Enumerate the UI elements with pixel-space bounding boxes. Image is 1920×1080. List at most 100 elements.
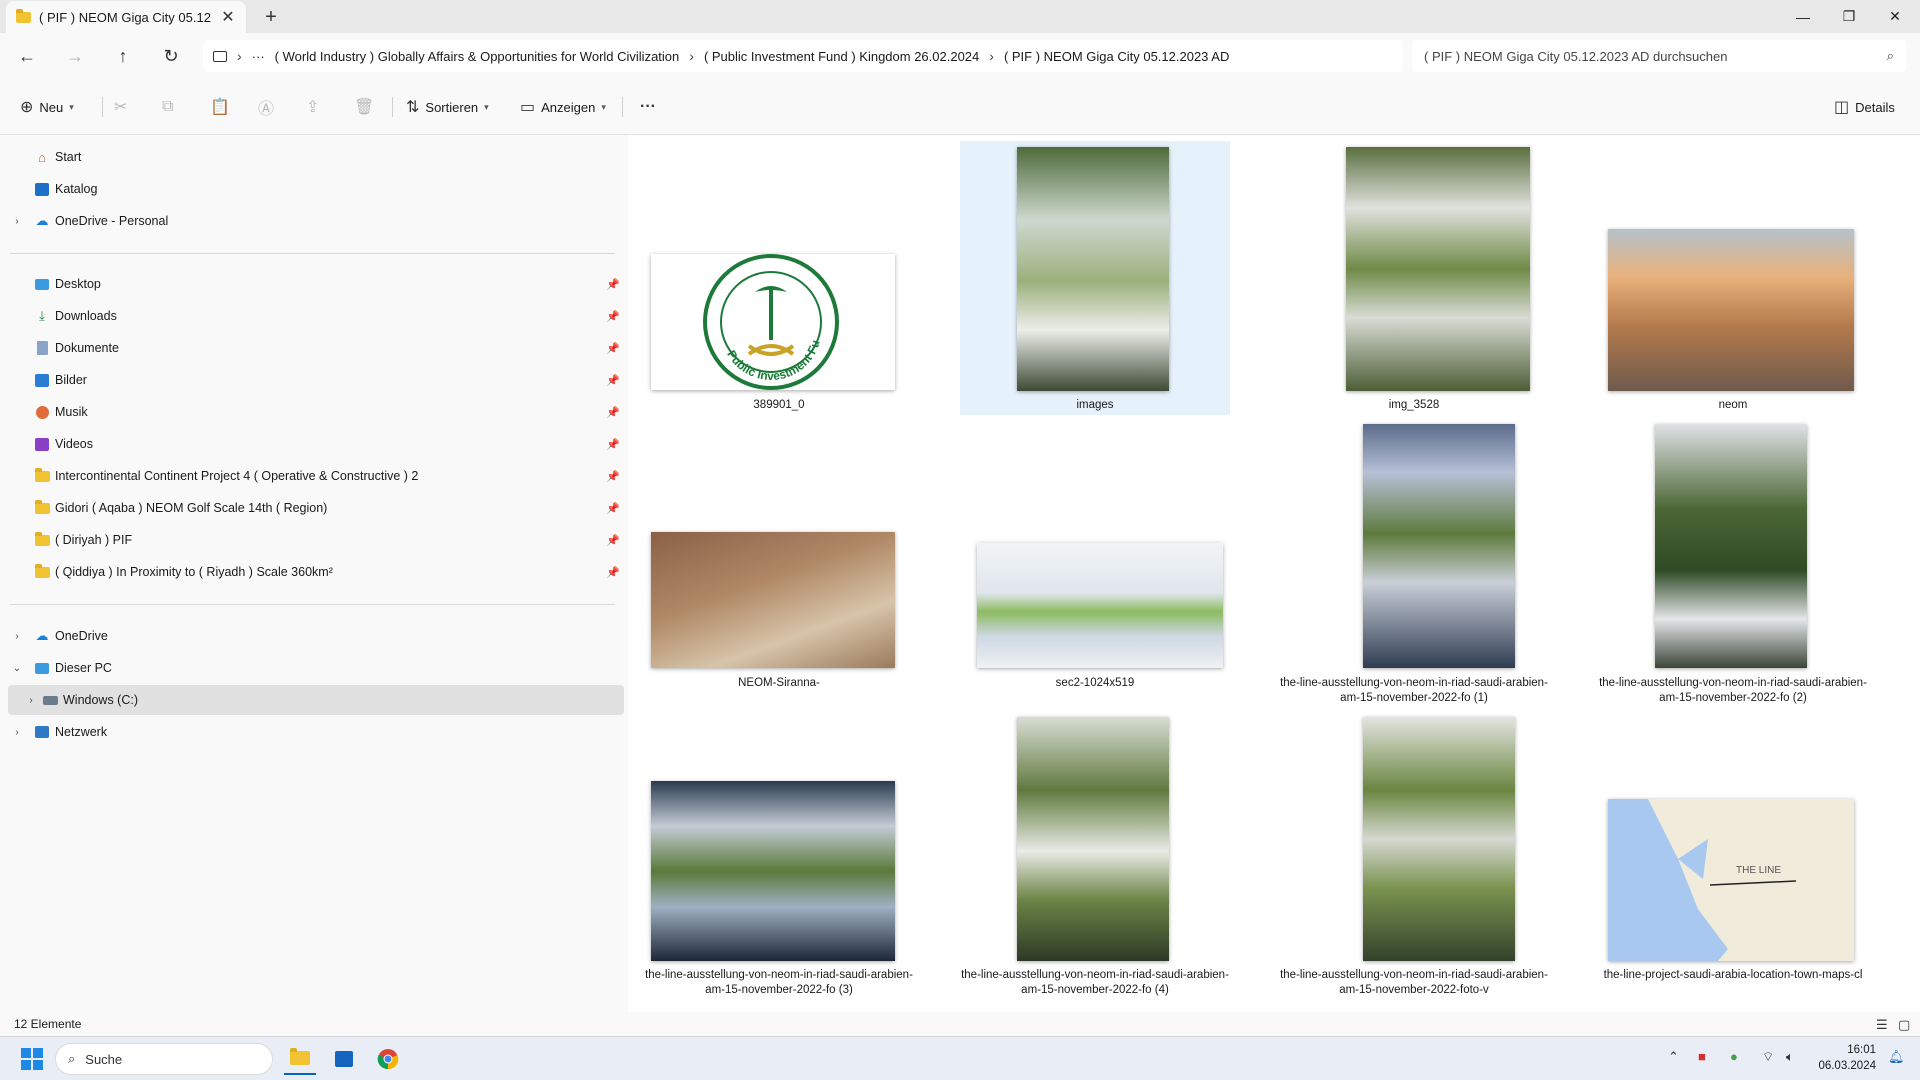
sidebar-label: ( Qiddiya ) In Proximity to ( Riyadh ) S… bbox=[55, 565, 333, 579]
file-tile[interactable]: img_3528 bbox=[1279, 141, 1549, 415]
pin-icon[interactable]: 📌 bbox=[606, 342, 620, 355]
file-name: img_3528 bbox=[1388, 399, 1440, 411]
clock-time: 16:01 bbox=[1847, 1044, 1876, 1056]
start-button[interactable] bbox=[16, 1043, 48, 1075]
speaker-icon[interactable]: 🔈︎ bbox=[1786, 1049, 1794, 1065]
sidebar-item-katalog[interactable]: Katalog bbox=[0, 174, 628, 204]
file-name: images bbox=[1076, 399, 1114, 411]
pin-icon[interactable]: 📌 bbox=[606, 470, 620, 483]
pin-icon[interactable]: 📌 bbox=[606, 534, 620, 547]
more-options-button[interactable]: ··· bbox=[640, 93, 656, 121]
sidebar-item-videos[interactable]: Videos 📌 bbox=[0, 429, 628, 459]
tab-active[interactable]: ( PIF ) NEOM Giga City 05.12.2 ✕ bbox=[6, 1, 246, 33]
taskbar-file-explorer[interactable] bbox=[284, 1043, 316, 1075]
sidebar-item-onedrive-personal[interactable]: › ☁ OneDrive - Personal bbox=[0, 206, 628, 236]
cloud-icon: ☁ bbox=[35, 213, 49, 228]
address-row: ← → ↑ ↻ › ··· ( World Industry ) Globall… bbox=[0, 33, 1920, 79]
thumbnail bbox=[1608, 229, 1854, 391]
new-tab-button[interactable]: + bbox=[258, 4, 284, 30]
clipboard-icon: 📋 bbox=[210, 99, 230, 116]
sidebar-item-folder[interactable]: Intercontinental Continent Project 4 ( O… bbox=[0, 461, 628, 491]
new-button[interactable]: ⊕ Neu ▾ bbox=[20, 93, 74, 121]
pin-icon[interactable]: 📌 bbox=[606, 374, 620, 387]
list-view-icon[interactable]: ☰ bbox=[1876, 1017, 1888, 1033]
file-tile[interactable]: the-line-ausstellung-von-neom-in-riad-sa… bbox=[1279, 419, 1549, 709]
pin-icon[interactable]: 📌 bbox=[606, 438, 620, 451]
file-tile[interactable]: Public Investment Fund 389901_0 bbox=[644, 141, 914, 415]
sidebar-item-downloads[interactable]: ⤓ Downloads 📌 bbox=[0, 301, 628, 331]
file-tile[interactable]: sec2-1024x519 bbox=[960, 419, 1230, 709]
sidebar-item-dokumente[interactable]: Dokumente 📌 bbox=[0, 333, 628, 363]
copy-button[interactable]: ⧉ bbox=[162, 93, 173, 121]
chevron-right-icon[interactable]: › bbox=[10, 631, 24, 642]
breadcrumb-item[interactable]: ( PIF ) NEOM Giga City 05.12.2023 AD bbox=[1004, 49, 1229, 64]
breadcrumb-overflow[interactable]: ··· bbox=[252, 49, 265, 64]
sidebar-item-folder[interactable]: ( Diriyah ) PIF 📌 bbox=[0, 525, 628, 555]
taskbar-search[interactable]: ⌕ Suche bbox=[55, 1043, 273, 1075]
search-input[interactable]: ( PIF ) NEOM Giga City 05.12.2023 AD dur… bbox=[1412, 40, 1906, 72]
sort-button[interactable]: ⇅ Sortieren ▾ bbox=[406, 93, 489, 121]
file-tile[interactable]: the-line-ausstellung-von-neom-in-riad-sa… bbox=[1598, 419, 1868, 709]
file-tile[interactable]: the-line-ausstellung-von-neom-in-riad-sa… bbox=[1279, 711, 1549, 1001]
file-tile[interactable]: the-line-ausstellung-von-neom-in-riad-sa… bbox=[644, 711, 914, 1001]
chevron-right-icon[interactable]: › bbox=[10, 216, 24, 227]
restore-button[interactable]: ❐ bbox=[1826, 0, 1872, 33]
sidebar-item-folder[interactable]: ( Qiddiya ) In Proximity to ( Riyadh ) S… bbox=[0, 557, 628, 587]
up-button[interactable]: ↑ bbox=[108, 41, 138, 71]
sidebar-item-folder[interactable]: Gidori ( Aqaba ) NEOM Golf Scale 14th ( … bbox=[0, 493, 628, 523]
sidebar-item-windows-c[interactable]: › Windows (C:) bbox=[8, 685, 624, 715]
sidebar-item-bilder[interactable]: Bilder 📌 bbox=[0, 365, 628, 395]
thumbnail bbox=[1655, 424, 1807, 668]
sidebar-label: Katalog bbox=[55, 182, 98, 196]
sidebar-item-start[interactable]: ⌂ Start bbox=[0, 142, 628, 172]
pin-icon[interactable]: 📌 bbox=[606, 566, 620, 579]
paste-button[interactable]: 📋 bbox=[210, 93, 230, 121]
rename-button[interactable]: Ⓐ bbox=[258, 93, 274, 121]
breadcrumb-item[interactable]: ( World Industry ) Globally Affairs & Op… bbox=[275, 49, 680, 64]
file-tile[interactable]: NEOM-Siranna- bbox=[644, 419, 914, 709]
back-button[interactable]: ← bbox=[12, 41, 42, 71]
delete-button[interactable]: 🗑 bbox=[354, 93, 374, 121]
file-tile[interactable]: neom bbox=[1598, 141, 1868, 415]
wifi-icon[interactable]: ⌔ bbox=[1762, 1049, 1774, 1065]
close-window-button[interactable]: ✕ bbox=[1872, 0, 1918, 33]
share-button[interactable]: ⇪ bbox=[306, 93, 319, 121]
chevron-down-icon[interactable]: ⌄ bbox=[10, 663, 24, 674]
breadcrumb-item[interactable]: ( Public Investment Fund ) Kingdom 26.02… bbox=[704, 49, 979, 64]
pin-icon[interactable]: 📌 bbox=[606, 502, 620, 515]
security-check-icon[interactable]: ● bbox=[1730, 1049, 1738, 1064]
chevron-up-icon[interactable]: ⌃ bbox=[1668, 1049, 1679, 1065]
minimize-button[interactable]: — bbox=[1780, 0, 1826, 33]
taskbar-chrome[interactable] bbox=[372, 1043, 404, 1075]
tile-view-icon[interactable]: ▢ bbox=[1898, 1017, 1910, 1033]
close-tab-icon[interactable]: ✕ bbox=[220, 7, 236, 27]
sidebar-item-desktop[interactable]: Desktop 📌 bbox=[0, 269, 628, 299]
chevron-right-icon: › bbox=[989, 48, 994, 64]
file-tile[interactable]: the-line-ausstellung-von-neom-in-riad-sa… bbox=[960, 711, 1230, 1001]
pin-icon[interactable]: 📌 bbox=[606, 310, 620, 323]
notification-bell-icon[interactable]: 🔔︎ bbox=[1888, 1049, 1905, 1065]
details-button[interactable]: ◫ Details bbox=[1834, 93, 1895, 121]
file-tile-selected[interactable]: images bbox=[960, 141, 1230, 415]
pin-icon[interactable]: 📌 bbox=[606, 406, 620, 419]
sidebar-item-network[interactable]: › Netzwerk bbox=[0, 717, 628, 747]
pin-icon[interactable]: 📌 bbox=[606, 278, 620, 291]
refresh-button[interactable]: ↻ bbox=[156, 41, 186, 71]
address-bar[interactable]: › ··· ( World Industry ) Globally Affair… bbox=[203, 40, 1403, 72]
sidebar-label: Gidori ( Aqaba ) NEOM Golf Scale 14th ( … bbox=[55, 501, 328, 515]
view-button[interactable]: ▭ Anzeigen ▾ bbox=[520, 93, 606, 121]
sidebar-item-musik[interactable]: Musik 📌 bbox=[0, 397, 628, 427]
arrow-left-icon: ← bbox=[18, 45, 36, 66]
chevron-right-icon[interactable]: › bbox=[24, 695, 38, 706]
clock[interactable]: 16:01 06.03.2024 bbox=[1812, 1042, 1876, 1074]
desktop-icon bbox=[34, 276, 50, 292]
taskbar-store[interactable] bbox=[328, 1043, 360, 1075]
scissors-icon: ✂ bbox=[114, 99, 128, 116]
antivirus-icon[interactable]: ■ bbox=[1698, 1049, 1706, 1064]
file-tile[interactable]: THE LINE the-line-project-saudi-arabia-l… bbox=[1598, 711, 1868, 1001]
sidebar-item-onedrive[interactable]: › ☁ OneDrive bbox=[0, 621, 628, 651]
cut-button[interactable]: ✂ bbox=[114, 93, 127, 121]
forward-button[interactable]: → bbox=[60, 41, 90, 71]
chevron-right-icon[interactable]: › bbox=[10, 727, 24, 738]
sidebar-item-this-pc[interactable]: ⌄ Dieser PC bbox=[0, 653, 628, 683]
